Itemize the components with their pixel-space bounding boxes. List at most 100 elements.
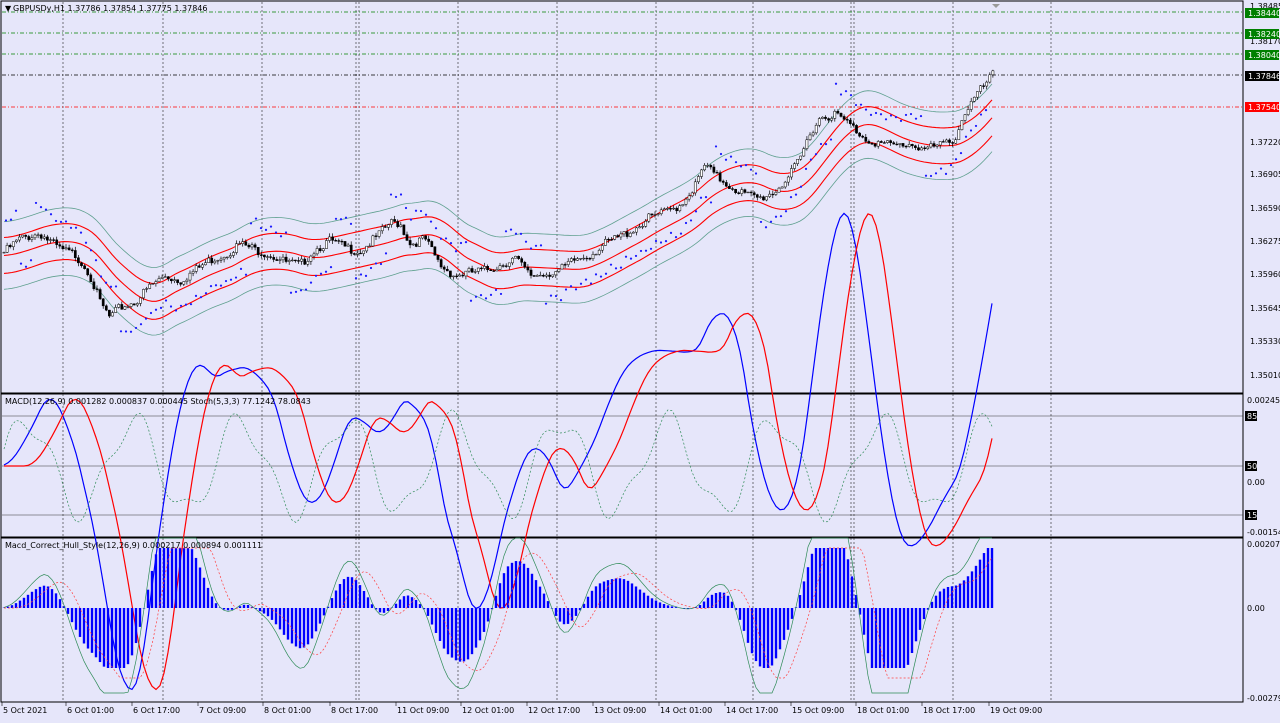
sar-dot xyxy=(210,285,212,287)
sar-dot xyxy=(610,264,612,266)
hull-bar xyxy=(283,608,285,635)
candle-body xyxy=(651,214,653,215)
candle-body xyxy=(725,182,727,186)
candle-body xyxy=(642,226,644,227)
axis-tick: -0.002793 xyxy=(1247,694,1280,703)
sar-dot xyxy=(735,161,737,163)
sar-dot xyxy=(470,300,472,302)
candle-body xyxy=(753,193,755,195)
hull-bar xyxy=(815,548,817,608)
hull-bar xyxy=(59,599,61,608)
sar-dot xyxy=(140,323,142,325)
symbol-header-icon[interactable]: ▼ xyxy=(5,4,12,13)
hull-bar xyxy=(503,573,505,608)
candle-body xyxy=(335,240,337,241)
candle-body xyxy=(80,263,82,266)
hull-bar xyxy=(559,608,561,622)
candle-body xyxy=(747,192,749,193)
hull-bar xyxy=(71,608,73,622)
hull-bar xyxy=(867,608,869,653)
sar-dot xyxy=(165,299,167,301)
candle-body xyxy=(31,238,33,240)
candle-body xyxy=(217,260,219,261)
candle-body xyxy=(338,241,340,242)
hull-bar xyxy=(535,580,537,608)
hull-bar xyxy=(951,586,953,608)
sar-dot xyxy=(815,153,817,155)
candle-body xyxy=(846,119,848,120)
hull-bar xyxy=(843,548,845,608)
sar-dot xyxy=(355,277,357,279)
sar-dot xyxy=(495,289,497,291)
candle-body xyxy=(691,193,693,196)
candle-body xyxy=(896,144,898,145)
candle-body xyxy=(434,247,436,255)
candle-body xyxy=(558,269,560,271)
candle-body xyxy=(769,194,771,196)
hull-bar xyxy=(959,584,961,608)
time-label: 5 Oct 2021 xyxy=(3,706,47,715)
sar-dot xyxy=(95,259,97,261)
candle-body xyxy=(855,125,857,133)
candle-body xyxy=(700,170,702,177)
candle-body xyxy=(694,182,696,193)
hull-bar xyxy=(647,596,649,608)
hull-bar xyxy=(499,583,501,608)
candle-body xyxy=(304,259,306,264)
hull-bar xyxy=(707,598,709,608)
hull-bar xyxy=(315,608,317,631)
hull-bar xyxy=(671,606,673,608)
macd-header: MACD(12,26,9) 0.001282 0.000837 0.000445… xyxy=(5,397,311,406)
candle-body xyxy=(809,135,811,140)
chart-canvas[interactable]: ▼ GBPUSDy,H1 1.37786 1.37854 1.37775 1.3… xyxy=(0,0,1280,719)
hull-bar xyxy=(455,608,457,660)
hull-bar xyxy=(179,548,181,608)
hull-bar xyxy=(311,608,313,638)
hull-bar xyxy=(939,591,941,608)
hull-bar xyxy=(199,568,201,608)
candle-body xyxy=(583,258,585,259)
candle-body xyxy=(273,257,275,259)
candle-body xyxy=(930,144,932,147)
candle-body xyxy=(43,237,45,238)
hull-bar xyxy=(167,548,169,608)
axis-tick: 1.35010 xyxy=(1250,371,1280,380)
sar-dot xyxy=(155,309,157,311)
sar-dot xyxy=(390,193,392,195)
candle-body xyxy=(325,241,327,249)
sar-dot xyxy=(845,90,847,92)
candle-body xyxy=(933,144,935,147)
candle-body xyxy=(567,261,569,264)
hull-bar xyxy=(291,608,293,643)
hull-bar xyxy=(783,608,785,640)
candle-body xyxy=(635,228,637,232)
sar-dot xyxy=(975,125,977,127)
candle-body xyxy=(490,270,492,271)
candle-body xyxy=(297,260,299,261)
price-label: 1.38240 xyxy=(1248,30,1280,39)
candle-body xyxy=(679,206,681,211)
sar-dot xyxy=(830,138,832,140)
hull-bar xyxy=(295,608,297,646)
hull-bar xyxy=(507,566,509,608)
candle-body xyxy=(970,101,972,109)
candle-body xyxy=(456,276,458,277)
candle-body xyxy=(198,266,200,268)
hull-bar xyxy=(899,608,901,668)
hull-header: Macd_Correct_Hull_Style(12,26,9) 0.00021… xyxy=(5,541,262,550)
hull-bar xyxy=(163,548,165,608)
hull-bar xyxy=(947,587,949,608)
hull-bar xyxy=(107,608,109,668)
candle-body xyxy=(226,257,228,258)
candle-body xyxy=(369,246,371,247)
candle-body xyxy=(46,237,48,240)
hull-bar xyxy=(627,581,629,608)
candle-body xyxy=(614,235,616,239)
candle-body xyxy=(263,255,265,257)
candle-body xyxy=(406,235,408,241)
candle-body xyxy=(539,275,541,276)
chart-window[interactable]: ▼ GBPUSDy,H1 1.37786 1.37854 1.37775 1.3… xyxy=(0,0,1280,719)
sar-dot xyxy=(465,241,467,243)
sar-dot xyxy=(370,267,372,269)
candle-body xyxy=(397,221,399,226)
